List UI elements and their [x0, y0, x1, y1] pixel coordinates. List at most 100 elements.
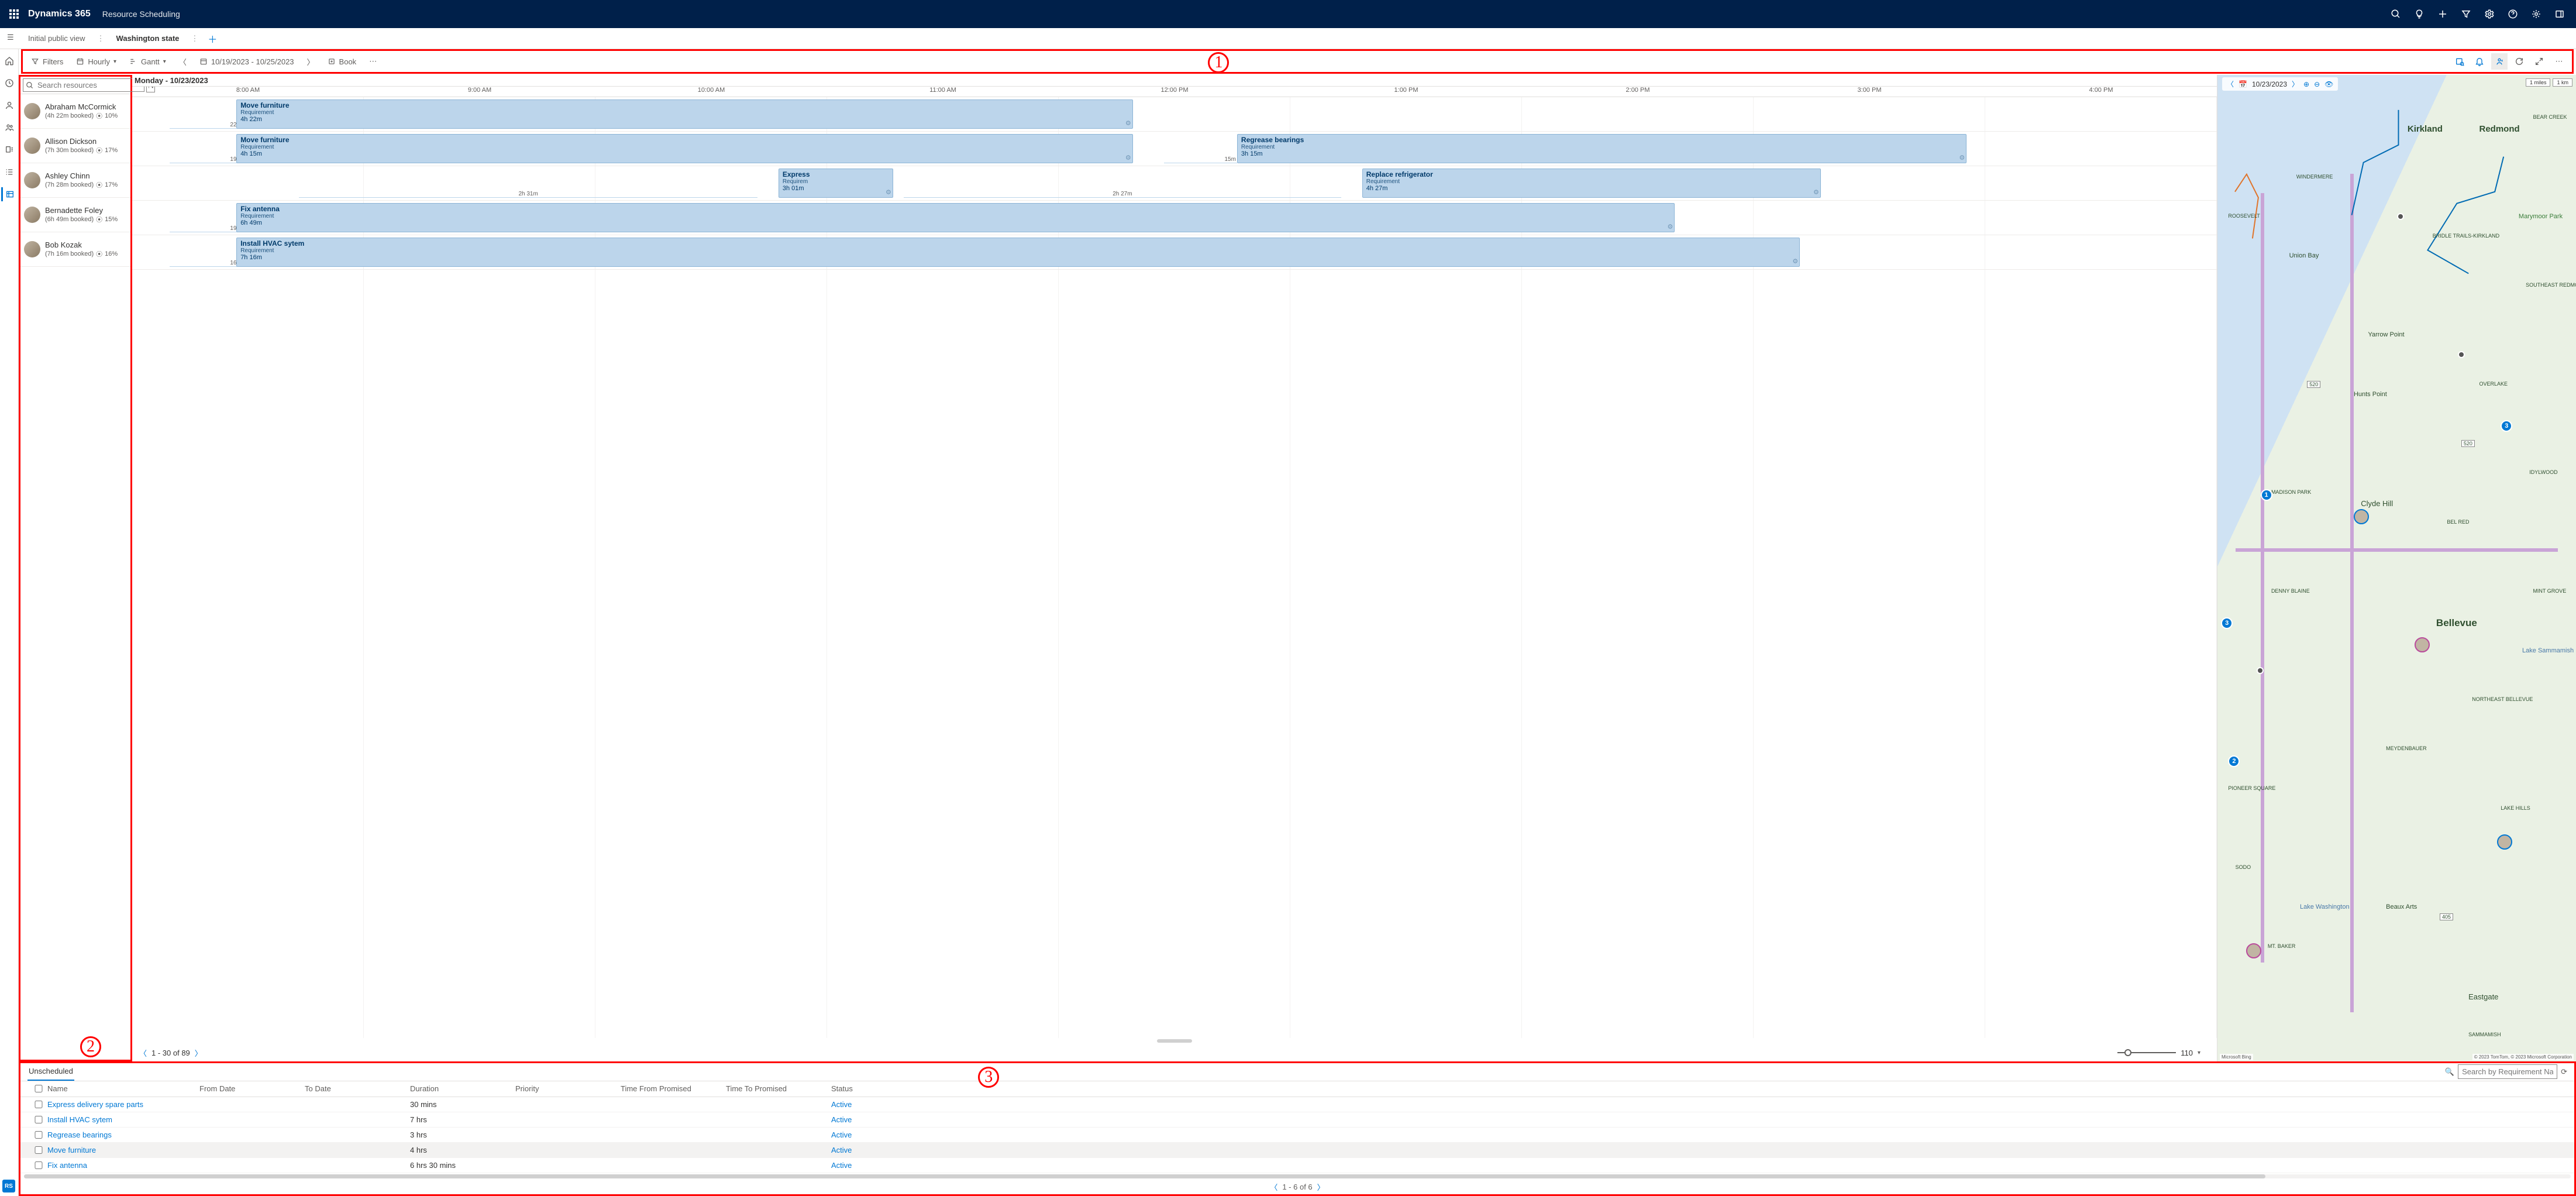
- help-icon[interactable]: [2501, 0, 2525, 28]
- map-waypoint[interactable]: [2257, 667, 2264, 674]
- lightbulb-icon[interactable]: [2408, 0, 2431, 28]
- alert-icon[interactable]: [2471, 53, 2488, 70]
- map-resource-avatar[interactable]: [2354, 509, 2369, 524]
- gantt-row[interactable]: 16mInstall HVAC sytem Requirement 7h 16m…: [132, 235, 2217, 270]
- booking-block[interactable]: Install HVAC sytem Requirement 7h 16m ⚙: [236, 238, 1800, 267]
- col-name[interactable]: Name: [47, 1084, 199, 1093]
- search-icon[interactable]: 🔍: [2445, 1067, 2454, 1077]
- resource-row[interactable]: Abraham McCormick (4h 22m booked) ⦿ 10%: [20, 94, 130, 129]
- requirement-name-link[interactable]: Install HVAC sytem: [47, 1115, 199, 1124]
- booking-block[interactable]: Move furniture Requirement 4h 22m ⚙: [236, 99, 1133, 129]
- booking-block[interactable]: Regrease bearings Requirement 3h 15m ⚙: [1237, 134, 1967, 163]
- map-resource-avatar[interactable]: [2415, 637, 2430, 652]
- col-ttp[interactable]: Time To Promised: [726, 1084, 831, 1093]
- requirement-icon[interactable]: [2, 143, 16, 157]
- pager-prev[interactable]: 〈: [139, 1047, 147, 1058]
- tab-menu-icon[interactable]: ⋮: [97, 34, 105, 43]
- requirement-status-link[interactable]: Active: [831, 1161, 2571, 1170]
- booking-block[interactable]: Express Requirem 3h 01m ⚙: [779, 169, 893, 198]
- zoom-slider[interactable]: [2117, 1052, 2176, 1053]
- col-pri[interactable]: Priority: [515, 1084, 621, 1093]
- resource-row[interactable]: Bernadette Foley (6h 49m booked) ⦿ 15%: [20, 198, 130, 232]
- map-next-date[interactable]: 〉: [2292, 79, 2299, 89]
- add-tab-button[interactable]: ＋: [208, 32, 217, 46]
- requirement-name-link[interactable]: Move furniture: [47, 1146, 199, 1154]
- zoom-out-icon[interactable]: ⊖: [2314, 80, 2320, 88]
- map-prev-date[interactable]: 〈: [2227, 79, 2234, 89]
- booking-gear-icon[interactable]: ⚙: [1125, 119, 1131, 127]
- requirement-name-link[interactable]: Regrease bearings: [47, 1130, 199, 1139]
- grid-scrollbar[interactable]: [24, 1174, 2571, 1178]
- search-icon[interactable]: [2384, 0, 2408, 28]
- requirement-row[interactable]: Regrease bearings 3 hrs Active: [20, 1128, 2574, 1143]
- gantt-dropdown[interactable]: Gantt▾: [126, 53, 170, 70]
- book-button[interactable]: Book: [324, 53, 360, 70]
- requirement-status-link[interactable]: Active: [831, 1130, 2571, 1139]
- map-waypoint[interactable]: [2397, 213, 2404, 220]
- resource-icon[interactable]: [2491, 53, 2508, 70]
- assistant-icon[interactable]: [2525, 0, 2548, 28]
- hourly-dropdown[interactable]: Hourly▾: [73, 53, 120, 70]
- resource-row[interactable]: Bob Kozak (7h 16m booked) ⦿ 16%: [20, 232, 130, 267]
- map-pin[interactable]: 1: [2261, 489, 2272, 501]
- requirement-status-link[interactable]: Active: [831, 1146, 2571, 1154]
- gantt-row[interactable]: 19mFix antenna Requirement 6h 49m ⚙: [132, 201, 2217, 235]
- col-to[interactable]: To Date: [305, 1084, 410, 1093]
- booking-gear-icon[interactable]: ⚙: [1125, 154, 1131, 161]
- view-tab-washington[interactable]: Washington state: [114, 34, 182, 43]
- row-checkbox[interactable]: [30, 1101, 47, 1108]
- row-checkbox[interactable]: [30, 1161, 47, 1169]
- panel-icon[interactable]: [2548, 0, 2571, 28]
- select-all-checkbox[interactable]: [30, 1085, 47, 1092]
- row-checkbox[interactable]: [30, 1131, 47, 1139]
- requirement-row[interactable]: Fix antenna 6 hrs 30 mins Active: [20, 1158, 2574, 1173]
- booking-gear-icon[interactable]: ⚙: [1813, 188, 1819, 196]
- filters-button[interactable]: Filters: [27, 53, 67, 70]
- date-range-picker[interactable]: 10/19/2023 - 10/25/2023: [196, 53, 298, 70]
- requirement-row[interactable]: Move furniture 4 hrs Active: [20, 1143, 2574, 1158]
- person-icon[interactable]: [2, 98, 16, 112]
- requirement-search-input[interactable]: [2458, 1064, 2557, 1079]
- view-icon[interactable]: 👁: [2324, 80, 2333, 88]
- gantt-row[interactable]: 2h 31mExpress Requirem 3h 01m ⚙2h 27mRep…: [132, 166, 2217, 201]
- booking-gear-icon[interactable]: ⚙: [886, 188, 891, 196]
- map-date[interactable]: 10/23/2023: [2252, 80, 2287, 88]
- requirement-row[interactable]: Express delivery spare parts 30 mins Act…: [20, 1097, 2574, 1112]
- requirement-status-link[interactable]: Active: [831, 1100, 2571, 1109]
- col-dur[interactable]: Duration: [410, 1084, 515, 1093]
- requirement-name-link[interactable]: Fix antenna: [47, 1161, 199, 1170]
- map-panel[interactable]: Kirkland Redmond Bellevue Union Bay Yarr…: [2217, 75, 2576, 1061]
- tab-menu-icon[interactable]: ⋮: [191, 34, 198, 43]
- find-availability-icon[interactable]: [2451, 53, 2468, 70]
- requirement-status-link[interactable]: Active: [831, 1115, 2571, 1124]
- requirement-row[interactable]: Install HVAC sytem 7 hrs Active: [20, 1112, 2574, 1128]
- booking-block[interactable]: Fix antenna Requirement 6h 49m ⚙: [236, 203, 1675, 232]
- people-icon[interactable]: [2, 121, 16, 135]
- col-status[interactable]: Status: [831, 1084, 2571, 1093]
- booking-gear-icon[interactable]: ⚙: [1792, 257, 1798, 265]
- gantt-scrollbar[interactable]: [1157, 1039, 1192, 1043]
- map-waypoint[interactable]: [2458, 351, 2465, 358]
- booking-block[interactable]: Move furniture Requirement 4h 15m ⚙: [236, 134, 1133, 163]
- prev-week-button[interactable]: 〈: [175, 56, 190, 67]
- pager-next[interactable]: 〉: [195, 1047, 202, 1058]
- unscheduled-tab[interactable]: Unscheduled: [27, 1063, 74, 1081]
- resource-row[interactable]: Allison Dickson (7h 30m booked) ⦿ 17%: [20, 129, 130, 163]
- resource-row[interactable]: Ashley Chinn (7h 28m booked) ⦿ 17%: [20, 163, 130, 198]
- app-launcher-icon[interactable]: [5, 5, 23, 23]
- refresh-icon[interactable]: [2511, 53, 2527, 70]
- requirement-name-link[interactable]: Express delivery spare parts: [47, 1100, 199, 1109]
- row-checkbox[interactable]: [30, 1116, 47, 1123]
- settings-icon[interactable]: [2478, 0, 2501, 28]
- col-tfp[interactable]: Time From Promised: [621, 1084, 726, 1093]
- booking-gear-icon[interactable]: ⚙: [1959, 154, 1965, 161]
- app-badge[interactable]: RS: [2, 1180, 15, 1192]
- col-from[interactable]: From Date: [199, 1084, 305, 1093]
- overflow-icon[interactable]: ⋯: [2551, 53, 2567, 70]
- filter-icon[interactable]: [2454, 0, 2478, 28]
- zoom-dropdown[interactable]: ▾: [2198, 1050, 2200, 1056]
- zoom-in-icon[interactable]: ⊕: [2303, 80, 2309, 88]
- view-tab-initial[interactable]: Initial public view: [26, 34, 88, 43]
- list-icon[interactable]: [2, 165, 16, 179]
- calendar-icon[interactable]: 📅: [2238, 80, 2247, 88]
